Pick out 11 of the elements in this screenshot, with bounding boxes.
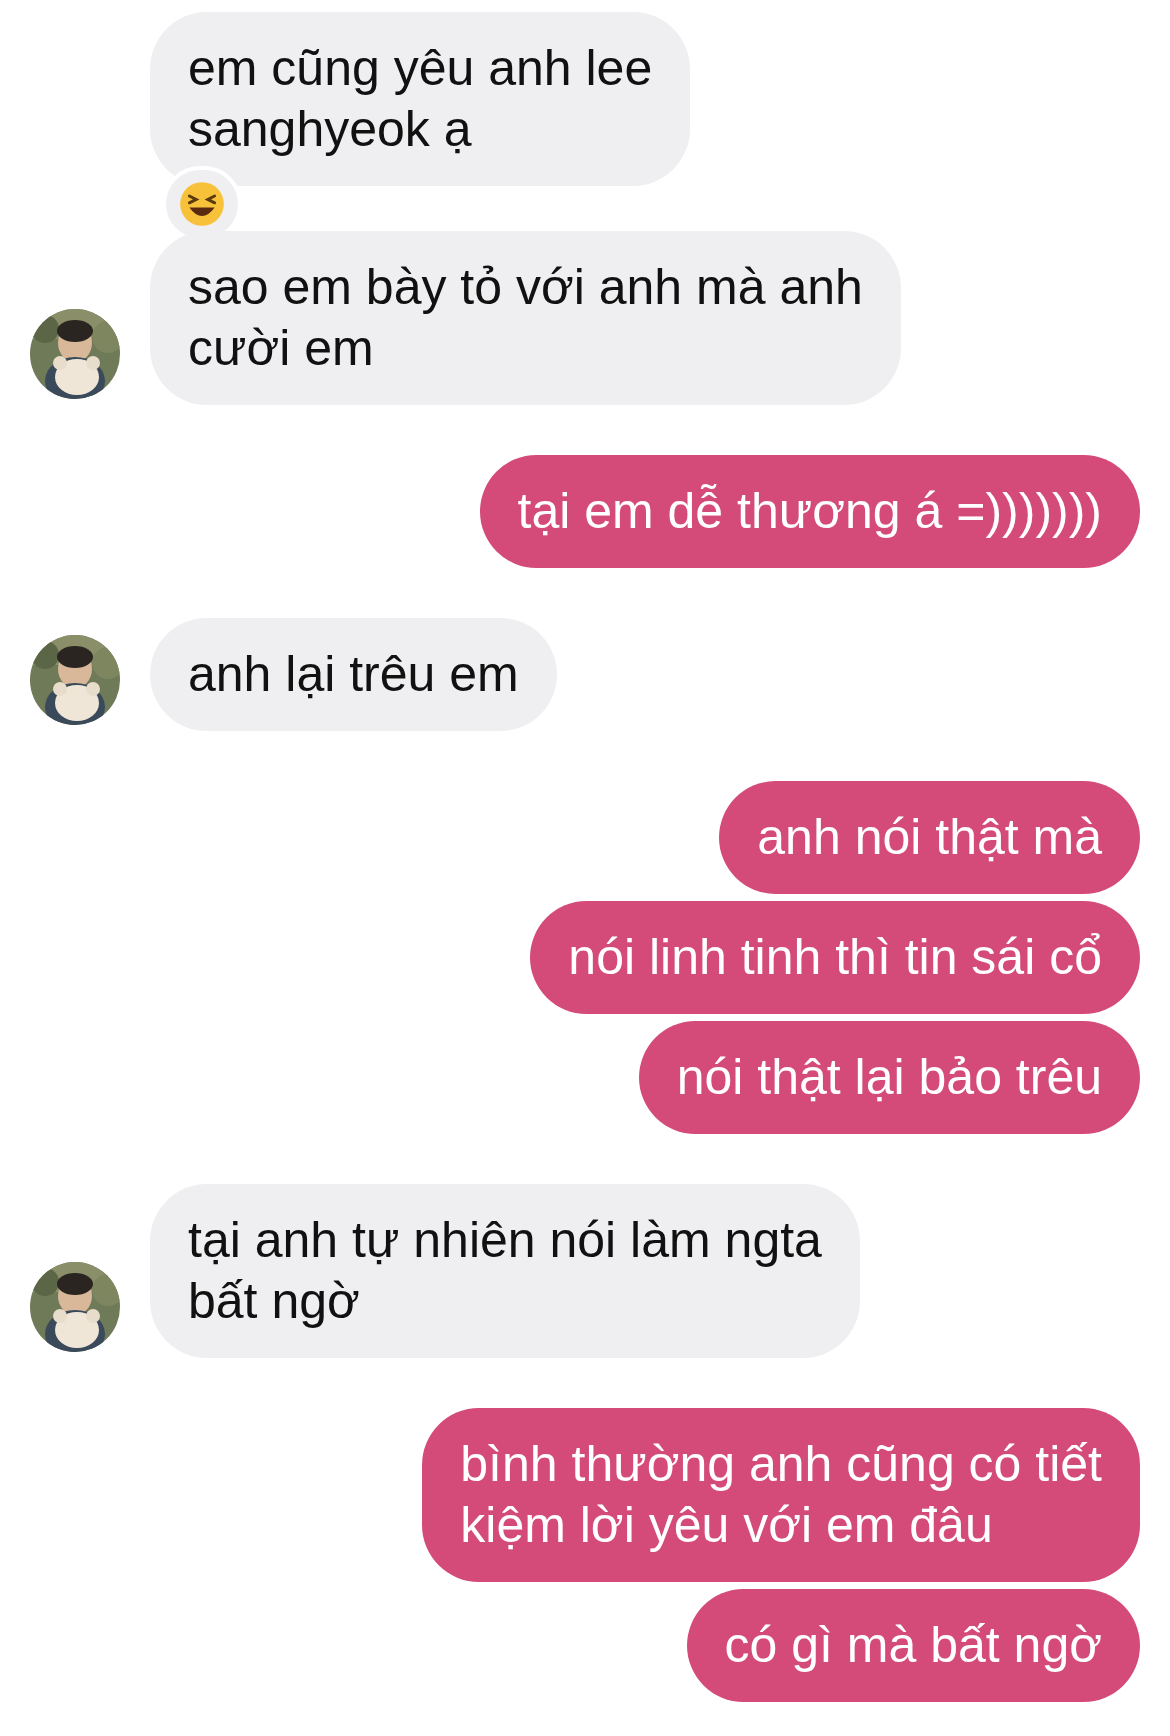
- message-text: có gì mà bất ngờ: [724, 1616, 1102, 1675]
- message-text: sao em bày tỏ với anh mà anh cười em: [188, 258, 863, 378]
- message-text: tại anh tự nhiên nói làm ngta bất ngờ: [188, 1211, 822, 1331]
- message-text: nói linh tinh thì tin sái cổ: [568, 928, 1102, 987]
- message-text: anh nói thật mà: [757, 808, 1102, 867]
- message-text: nói thật lại bảo trêu: [676, 1048, 1102, 1107]
- message-text: bình thường anh cũng có tiết kiệm lời yêu với em đâu: [460, 1435, 1102, 1555]
- laughing-emoji-icon: [179, 181, 225, 227]
- message-text: em cũng yêu anh lee sanghyeok ạ: [188, 39, 653, 159]
- message-text: tại em dễ thương á =))))))): [517, 482, 1102, 541]
- message-text: anh lại trêu em: [188, 645, 519, 704]
